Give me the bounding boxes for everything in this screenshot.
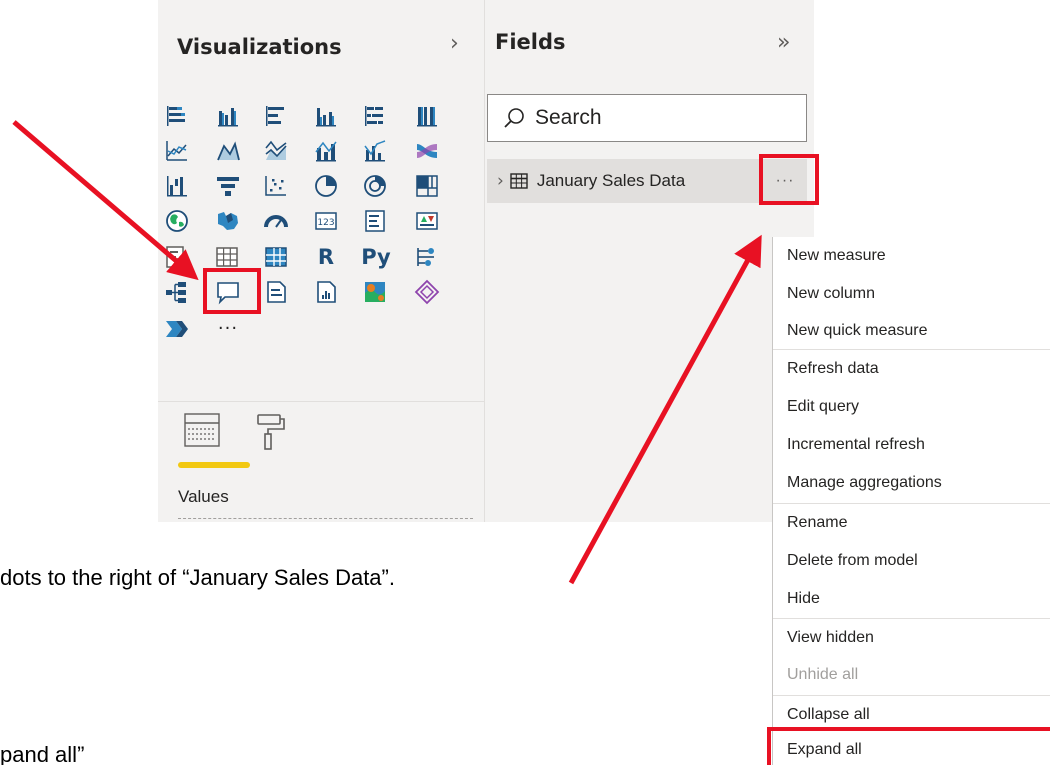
menu-item-hide[interactable]: Hide xyxy=(773,580,1050,618)
menu-item-refresh-data[interactable]: Refresh data xyxy=(773,350,1050,388)
scatter-chart-icon[interactable] xyxy=(262,172,290,200)
visualizations-title: Visualizations xyxy=(177,35,342,59)
more-options-highlight-box xyxy=(759,154,819,205)
python-visual-icon[interactable]: Py xyxy=(358,243,394,271)
instruction-caption-dots: dots to the right of “January Sales Data… xyxy=(0,565,395,590)
menu-item-edit-query[interactable]: Edit query xyxy=(773,388,1050,426)
menu-item-new-measure[interactable]: New measure xyxy=(773,237,1050,275)
decomposition-tree-icon[interactable] xyxy=(163,278,191,306)
svg-text:123: 123 xyxy=(317,218,334,228)
more-visuals-label: ··· xyxy=(217,318,239,339)
table-icon[interactable] xyxy=(213,243,241,271)
kpi-icon[interactable] xyxy=(413,207,441,235)
power-apps-icon[interactable] xyxy=(413,278,441,306)
fields-title: Fields xyxy=(495,30,566,54)
stacked-bar-chart-icon[interactable] xyxy=(163,102,191,130)
expand-chevron-icon[interactable]: › xyxy=(497,171,504,191)
slicer-icon[interactable] xyxy=(163,243,191,271)
card-icon[interactable]: 123 xyxy=(312,207,340,235)
py-label: Py xyxy=(361,244,391,269)
active-tab-indicator xyxy=(178,462,250,468)
expand-all-highlight-box xyxy=(767,727,1050,765)
collapse-visualizations-chevron-icon[interactable]: › xyxy=(450,31,459,56)
table-context-menu: New measure New column New quick measure… xyxy=(772,237,1050,765)
line-and-clustered-column-chart-icon[interactable] xyxy=(361,137,389,165)
format-paint-roller-tab[interactable] xyxy=(250,412,290,452)
multi-row-card-icon[interactable] xyxy=(361,207,389,235)
search-icon xyxy=(504,108,524,128)
100-percent-stacked-column-chart-icon[interactable] xyxy=(413,102,441,130)
fields-wells-icon xyxy=(184,413,220,447)
line-and-stacked-column-chart-icon[interactable] xyxy=(312,137,340,165)
clustered-column-chart-icon[interactable] xyxy=(312,102,340,130)
treemap-icon[interactable] xyxy=(413,172,441,200)
donut-chart-icon[interactable] xyxy=(361,172,389,200)
visualizations-pane: Visualizations › 123 R Py ··· Values xyxy=(158,0,485,522)
menu-item-new-column[interactable]: New column xyxy=(773,275,1050,313)
table-visual-highlight-box xyxy=(203,268,261,314)
table-name-label: January Sales Data xyxy=(536,171,686,190)
menu-item-delete-from-model[interactable]: Delete from model xyxy=(773,542,1050,580)
collapse-fields-double-chevron-icon[interactable]: » xyxy=(777,30,790,55)
pie-chart-icon[interactable] xyxy=(312,172,340,200)
fields-wells-tab[interactable] xyxy=(177,411,227,463)
r-label: R xyxy=(317,244,335,269)
fields-pane: Fields » › January Sales Data ··· xyxy=(485,0,814,522)
values-well-label: Values xyxy=(178,487,229,506)
menu-item-rename[interactable]: Rename xyxy=(773,504,1050,542)
smart-narrative-icon[interactable] xyxy=(262,278,290,306)
search-input[interactable] xyxy=(535,106,775,130)
menu-item-new-quick-measure[interactable]: New quick measure xyxy=(773,312,1050,350)
area-chart-icon[interactable] xyxy=(214,137,242,165)
funnel-icon[interactable] xyxy=(214,172,242,200)
stacked-area-chart-icon[interactable] xyxy=(262,137,290,165)
visualization-gallery: 123 R Py ··· xyxy=(158,100,485,400)
stacked-column-chart-icon[interactable] xyxy=(214,102,242,130)
more-visuals-icon[interactable]: ··· xyxy=(214,315,242,343)
100-percent-stacked-bar-chart-icon[interactable] xyxy=(361,102,389,130)
instruction-caption-expand: pand all” xyxy=(0,742,85,765)
waterfall-chart-icon[interactable] xyxy=(163,172,191,200)
visualizations-divider xyxy=(158,401,485,402)
key-influencers-icon[interactable] xyxy=(413,243,441,271)
r-script-visual-icon[interactable]: R xyxy=(312,243,340,271)
menu-item-manage-aggregations[interactable]: Manage aggregations xyxy=(773,464,1050,502)
paint-roller-icon xyxy=(257,414,285,450)
matrix-icon[interactable] xyxy=(262,243,290,271)
fields-search-box[interactable] xyxy=(487,94,807,142)
clustered-bar-chart-icon[interactable] xyxy=(262,102,290,130)
paginated-report-icon[interactable] xyxy=(312,278,340,306)
map-icon[interactable] xyxy=(163,207,191,235)
line-chart-icon[interactable] xyxy=(163,137,191,165)
menu-item-incremental-refresh[interactable]: Incremental refresh xyxy=(773,426,1050,464)
gauge-icon[interactable] xyxy=(262,207,290,235)
menu-item-view-hidden[interactable]: View hidden xyxy=(773,619,1050,657)
power-automate-icon[interactable] xyxy=(163,315,191,343)
arcgis-map-icon[interactable] xyxy=(361,278,389,306)
menu-item-unhide-all: Unhide all xyxy=(787,666,859,683)
filled-map-icon[interactable] xyxy=(214,207,242,235)
values-well-dropzone[interactable] xyxy=(178,518,473,519)
ribbon-chart-icon[interactable] xyxy=(413,137,441,165)
table-icon xyxy=(510,173,528,189)
